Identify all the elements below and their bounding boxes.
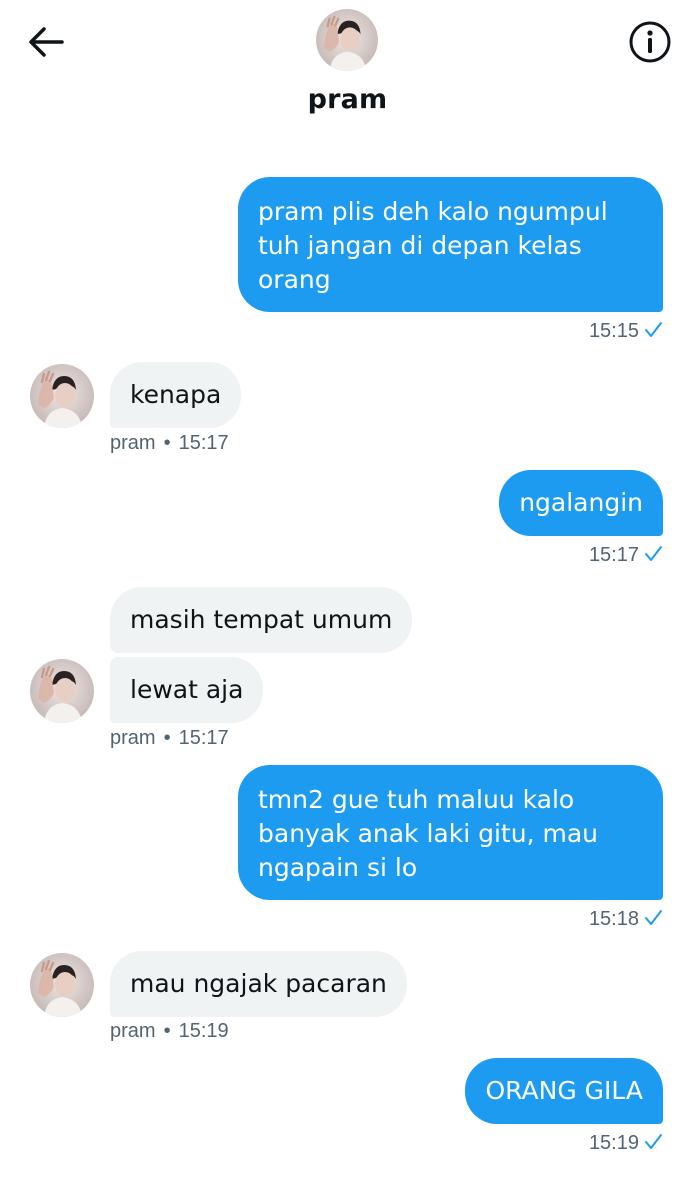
header-avatar[interactable] bbox=[316, 9, 378, 71]
avatar[interactable] bbox=[30, 659, 94, 723]
message-bubble-outgoing[interactable]: pram plis deh kalo ngumpul tuh jangan di… bbox=[238, 177, 663, 312]
message-text-line: banyak anak laki gitu, mau bbox=[258, 819, 598, 848]
message-text: ngalangin bbox=[519, 488, 643, 517]
message-bubble-incoming[interactable]: lewat aja bbox=[110, 657, 264, 723]
message-bubble-incoming[interactable]: mau ngajak pacaran bbox=[110, 951, 407, 1017]
message-bubble-incoming[interactable]: masih tempat umum bbox=[110, 587, 413, 653]
message-time: 15:18 bbox=[588, 908, 639, 930]
message-meta: pram • 15:17 bbox=[110, 727, 229, 749]
message-meta: pram • 15:17 bbox=[110, 432, 229, 454]
message-text: masih tempat umum bbox=[130, 605, 393, 634]
message-bubble-outgoing[interactable]: ORANG GILA bbox=[465, 1058, 663, 1124]
checkmark-icon bbox=[643, 908, 663, 934]
message-time: 15:17 bbox=[178, 432, 229, 454]
message-meta: 15:17 bbox=[589, 544, 663, 570]
message-sender: pram bbox=[110, 432, 156, 454]
message-text-line: orang bbox=[258, 265, 331, 294]
arrow-left-icon bbox=[29, 27, 64, 57]
message-text: kenapa bbox=[130, 380, 222, 409]
message-sender: pram bbox=[110, 1020, 156, 1042]
message-time: 15:17 bbox=[588, 544, 639, 566]
conversation-header: pram bbox=[0, 0, 695, 140]
message-time: 15:19 bbox=[588, 1132, 639, 1154]
message-text: lewat aja bbox=[130, 675, 244, 704]
info-button[interactable] bbox=[628, 20, 672, 64]
message-bubble-outgoing[interactable]: ngalangin bbox=[499, 470, 663, 536]
message-time: 15:15 bbox=[588, 320, 639, 342]
back-button[interactable] bbox=[24, 22, 68, 62]
checkmark-icon bbox=[643, 544, 663, 570]
avatar[interactable] bbox=[30, 953, 94, 1017]
conversation-name[interactable]: pram bbox=[0, 84, 695, 115]
message-text-line: tmn2 gue tuh maluu kalo bbox=[258, 785, 575, 814]
message-text-line: ngapain si lo bbox=[258, 853, 418, 882]
message-text-line: pram plis deh kalo ngumpul bbox=[258, 197, 608, 226]
checkmark-icon bbox=[643, 1132, 663, 1158]
message-meta: 15:18 bbox=[589, 908, 663, 934]
message-text: mau ngajak pacaran bbox=[130, 969, 387, 998]
message-text-line: tuh jangan di depan kelas bbox=[258, 231, 582, 260]
message-text: ORANG GILA bbox=[485, 1076, 643, 1105]
message-time: 15:19 bbox=[178, 1020, 229, 1042]
avatar[interactable] bbox=[30, 364, 94, 428]
message-meta: 15:15 bbox=[589, 320, 663, 346]
message-bubble-outgoing[interactable]: tmn2 gue tuh maluu kalo banyak anak laki… bbox=[238, 765, 663, 900]
message-bubble-incoming[interactable]: kenapa bbox=[110, 362, 242, 428]
message-time: 15:17 bbox=[178, 727, 229, 749]
checkmark-icon bbox=[643, 320, 663, 346]
message-meta: pram • 15:19 bbox=[110, 1020, 229, 1042]
info-icon bbox=[629, 21, 671, 63]
message-sender: pram bbox=[110, 727, 156, 749]
message-meta: 15:19 bbox=[589, 1132, 663, 1158]
